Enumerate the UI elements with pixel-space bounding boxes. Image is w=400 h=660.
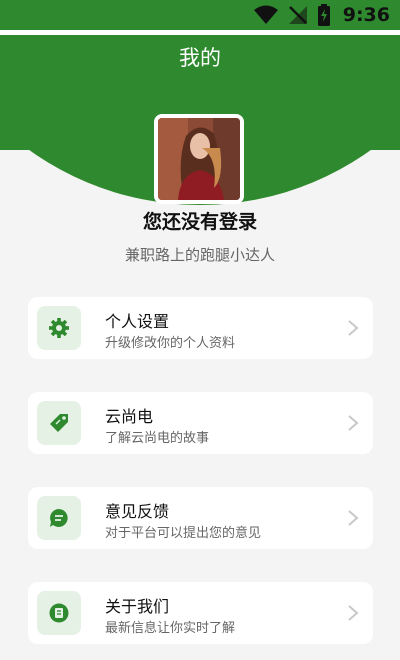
- menu-item-title: 个人设置: [105, 312, 170, 331]
- menu-item-title: 意见反馈: [105, 502, 170, 521]
- status-divider: [0, 30, 400, 35]
- info-book-icon: [49, 603, 69, 623]
- menu-item-feedback[interactable]: 意见反馈 对于平台可以提出您的意见: [28, 487, 373, 549]
- chevron-right-icon: [348, 510, 359, 526]
- wifi-icon: [253, 5, 278, 24]
- chevron-right-icon: [348, 605, 359, 621]
- menu-icon-box: [37, 401, 81, 445]
- menu-item-title: 云尚电: [105, 407, 154, 426]
- menu-item-about-us[interactable]: 关于我们 最新信息让你实时了解: [28, 582, 373, 644]
- gear-icon: [49, 318, 69, 338]
- status-icons: 9:36: [253, 0, 390, 30]
- tag-icon: [50, 414, 68, 432]
- status-time: 9:36: [342, 4, 390, 26]
- no-signal-icon: [288, 6, 307, 24]
- menu-item-subtitle: 了解云尚电的故事: [105, 431, 210, 446]
- battery-charging-icon: [317, 4, 330, 26]
- profile-screen: 9:36 我的 您还没有登录 兼职路上的跑腿小达人 个人设置 升级修改你的个人资…: [0, 0, 400, 660]
- status-bar: 9:36: [0, 0, 400, 30]
- menu-item-subtitle: 对于平台可以提出您的意见: [105, 526, 262, 541]
- menu-item-title: 关于我们: [105, 597, 170, 616]
- menu-icon-box: [37, 496, 81, 540]
- menu-item-personal-settings[interactable]: 个人设置 升级修改你的个人资料: [28, 297, 373, 359]
- menu-icon-box: [37, 306, 81, 350]
- chat-bubble-icon: [50, 509, 68, 527]
- menu-item-yunshangdian[interactable]: 云尚电 了解云尚电的故事: [28, 392, 373, 454]
- avatar-photo: [158, 118, 240, 200]
- login-status-text[interactable]: 您还没有登录: [0, 207, 400, 234]
- menu-item-subtitle: 升级修改你的个人资料: [105, 336, 236, 351]
- menu-icon-box: [37, 591, 81, 635]
- page-title: 我的: [179, 46, 221, 70]
- chevron-right-icon: [348, 415, 359, 431]
- user-subtitle: 兼职路上的跑腿小达人: [124, 246, 275, 264]
- avatar[interactable]: [154, 114, 244, 204]
- menu-item-subtitle: 最新信息让你实时了解: [105, 621, 236, 636]
- chevron-right-icon: [348, 320, 359, 336]
